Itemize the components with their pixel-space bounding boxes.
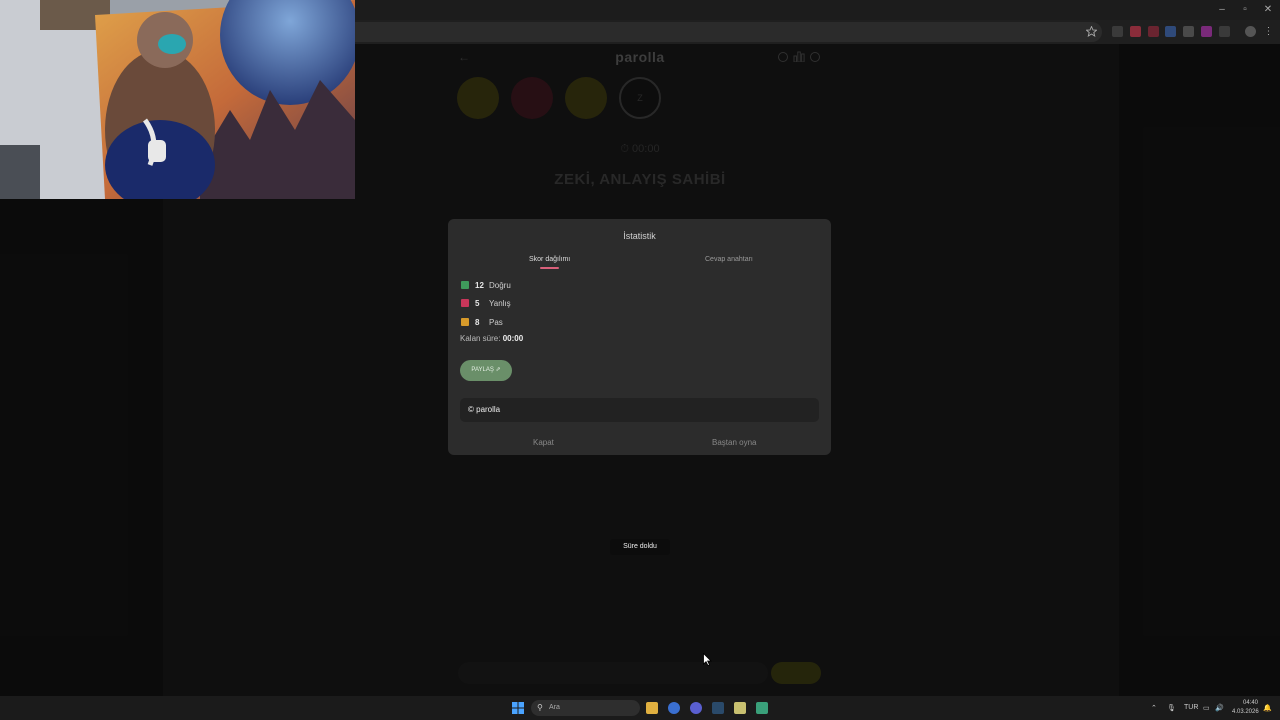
windows-taskbar: [0, 696, 1280, 720]
extension-icon[interactable]: [1130, 26, 1141, 37]
tab-answer-key[interactable]: Cevap anahtarı: [705, 256, 753, 263]
windows-start-icon[interactable]: [512, 702, 524, 714]
minimize-button[interactable]: –: [1210, 3, 1234, 17]
restart-button[interactable]: Baştan oyna: [712, 438, 756, 447]
wrong-count: 5: [475, 298, 480, 308]
active-tab-indicator: [540, 267, 559, 269]
remaining-label: Kalan süre:: [460, 334, 501, 343]
file-explorer-icon[interactable]: [646, 702, 658, 714]
modal-title: İstatistik: [623, 231, 656, 241]
app-icon[interactable]: [734, 702, 746, 714]
statistics-modal: İstatistik Skor dağılımı Cevap anahtarı …: [448, 219, 831, 455]
address-bar[interactable]: [340, 22, 1102, 42]
extension-icon[interactable]: [1148, 26, 1159, 37]
clock-time[interactable]: 04:40: [1232, 700, 1258, 706]
close-button[interactable]: Kapat: [533, 438, 554, 447]
wrong-swatch: [461, 299, 469, 307]
pass-swatch: [461, 318, 469, 326]
share-button[interactable]: PAYLAŞ ⇗: [460, 360, 512, 381]
pass-count: 8: [475, 317, 480, 327]
pass-label: Pas: [489, 317, 503, 327]
volume-icon[interactable]: 🔊: [1215, 704, 1224, 712]
stat-row-correct: 12 Doğru: [461, 280, 511, 290]
tab-score-distribution[interactable]: Skor dağılımı: [529, 256, 570, 263]
search-icon: ⚲: [537, 703, 543, 712]
profile-avatar[interactable]: [1245, 26, 1256, 37]
steam-icon[interactable]: [712, 702, 724, 714]
bookmark-star-icon[interactable]: [1086, 26, 1097, 37]
menu-kebab-icon[interactable]: ⋮: [1263, 26, 1274, 37]
chrome-icon[interactable]: [668, 702, 680, 714]
extensions-puzzle-icon[interactable]: [1219, 26, 1230, 37]
remaining-time: Kalan süre: 00:00: [460, 334, 523, 343]
discord-icon[interactable]: [690, 702, 702, 714]
notification-bell-icon[interactable]: 🔔: [1263, 704, 1272, 712]
extension-icon[interactable]: [1112, 26, 1123, 37]
brand-copy-box[interactable]: © parolla: [460, 398, 819, 422]
tray-chevron-icon[interactable]: ⌃: [1151, 704, 1157, 712]
time-up-toast: Süre doldu: [610, 539, 670, 555]
clock-date[interactable]: 4.03.2026: [1232, 709, 1262, 715]
webcam-feed-image: [0, 0, 355, 199]
extension-icon[interactable]: [1165, 26, 1176, 37]
extension-icon[interactable]: [1183, 26, 1194, 37]
webcam-overlay: [0, 0, 355, 199]
remaining-value: 00:00: [502, 334, 524, 343]
extension-icon[interactable]: [1201, 26, 1212, 37]
app-icon[interactable]: [756, 702, 768, 714]
taskbar-search[interactable]: ⚲ Ara: [531, 700, 640, 716]
stat-row-wrong: 5 Yanlış: [461, 298, 511, 308]
restore-button[interactable]: ▫: [1233, 3, 1257, 17]
search-placeholder: Ara: [549, 704, 560, 711]
correct-count: 12: [475, 280, 484, 290]
language-indicator[interactable]: TUR: [1184, 704, 1198, 711]
correct-swatch: [461, 281, 469, 289]
close-window-button[interactable]: ✕: [1256, 3, 1280, 17]
correct-label: Doğru: [489, 280, 511, 290]
stat-row-pass: 8 Pas: [461, 317, 503, 327]
wrong-label: Yanlış: [489, 298, 511, 308]
microphone-icon[interactable]: 🎙: [1167, 704, 1176, 712]
network-icon[interactable]: ▭: [1203, 704, 1210, 712]
mouse-cursor-icon: [703, 653, 712, 666]
